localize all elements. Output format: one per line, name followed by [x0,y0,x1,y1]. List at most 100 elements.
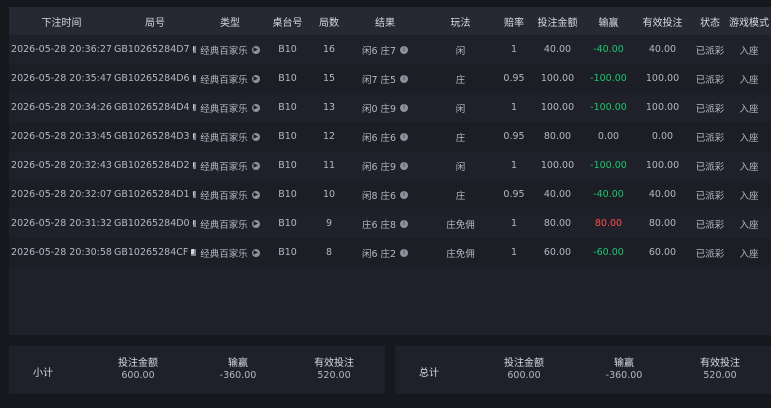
play-type: 庄 [455,190,466,202]
table-row[interactable]: 2026-05-28 20:30:58 GB10265284CF 经典百家乐 ▶ … [9,238,771,267]
header-valid-bet: 有效投注 [642,17,683,29]
round-no: 16 [322,44,336,55]
valid-bet: 100.00 [645,160,680,171]
subtotal-panel: 小计 投注金额 600.00 输赢 -360.00 有效投注 520.00 [9,346,385,394]
bet-time: 2026-05-28 20:31:32 [11,218,112,229]
round-id-cell: GB10265284CF [114,238,196,267]
valid-bet: 0.00 [651,131,674,142]
total-win-value: -360.00 [605,370,643,381]
game-type: 经典百家乐 [200,45,248,57]
bet-time: 2026-05-28 20:32:07 [11,189,112,200]
odds: 1 [510,247,518,258]
odds: 0.95 [503,131,525,142]
status: 已派彩 [695,45,725,57]
play-icon[interactable]: ▶ [251,103,260,112]
table-row[interactable]: 2026-05-28 20:31:32 GB10265284D0 经典百家乐 ▶ … [9,209,771,238]
total-valid-value: 520.00 [703,370,737,381]
result-cell: 闲6 庄7 i [347,35,423,64]
valid-bet: 40.00 [648,44,677,55]
table-row[interactable]: 2026-05-28 20:32:07 GB10265284D1 经典百家乐 ▶ … [9,180,771,209]
game-mode: 入座 [739,190,759,202]
bet-amount: 80.00 [543,131,572,142]
round-no: 8 [325,247,333,258]
status: 已派彩 [695,219,725,231]
info-icon[interactable]: i [400,45,409,54]
odds: 0.95 [503,189,525,200]
round-no: 10 [322,189,336,200]
play-icon[interactable]: ▶ [251,219,260,228]
round-id: GB10265284D7 [114,44,190,55]
table-row[interactable]: 2026-05-28 20:33:45 GB10265284D3 经典百家乐 ▶ … [9,122,771,151]
game-type-cell: 经典百家乐 ▶ [196,209,264,238]
valid-bet: 100.00 [645,102,680,113]
header-table-no: 桌台号 [272,17,303,29]
game-type: 经典百家乐 [200,103,248,115]
round-id-cell: GB10265284D4 [114,93,196,122]
bet-amount: 40.00 [543,189,572,200]
play-icon[interactable]: ▶ [251,45,260,54]
bet-time: 2026-05-28 20:35:47 [11,73,112,84]
odds: 1 [510,160,518,171]
round-no: 9 [325,218,333,229]
total-bet-summary: 投注金额 600.00 [485,358,563,382]
result: 闲6 庄7 [361,45,397,57]
bet-amount: 100.00 [540,102,575,113]
round-id: GB10265284CF [114,247,189,258]
info-icon[interactable]: i [400,161,409,170]
table-header: 下注时间 局号 类型 桌台号 局数 结果 玩法 赔率 投注金额 输赢 有效投注 … [9,7,771,35]
game-type-cell: 经典百家乐 ▶ [196,35,264,64]
round-no: 13 [322,102,336,113]
info-icon[interactable]: i [400,132,409,141]
total-valid-summary: 有效投注 520.00 [681,358,759,382]
bet-amount: 60.00 [543,247,572,258]
win-loss: 80.00 [594,218,623,229]
result-cell: 闲8 庄6 i [347,180,423,209]
play-type: 庄免佣 [446,248,475,260]
game-mode: 入座 [739,161,759,173]
header-status: 状态 [700,17,720,29]
round-no: 15 [322,73,336,84]
table-row[interactable]: 2026-05-28 20:35:47 GB10265284D6 经典百家乐 ▶ … [9,64,771,93]
win-loss: -40.00 [593,44,624,55]
subtotal-valid-value: 520.00 [317,370,351,381]
total-title: 总计 [419,368,439,379]
total-valid-label: 有效投注 [700,358,740,369]
status: 已派彩 [695,103,725,115]
subtotal-bet-label: 投注金额 [118,358,158,369]
play-icon[interactable]: ▶ [251,132,260,141]
info-icon[interactable]: i [400,248,409,257]
play-icon[interactable]: ▶ [251,161,260,170]
play-icon[interactable]: ▶ [251,74,260,83]
status: 已派彩 [695,190,725,202]
play-type: 庄 [455,132,466,144]
bet-history-table: 下注时间 局号 类型 桌台号 局数 结果 玩法 赔率 投注金额 输赢 有效投注 … [9,7,771,335]
round-no: 11 [322,160,336,171]
bet-amount: 40.00 [543,44,572,55]
info-icon[interactable]: i [400,74,409,83]
game-type-cell: 经典百家乐 ▶ [196,151,264,180]
info-icon[interactable]: i [400,190,409,199]
game-type-cell: 经典百家乐 ▶ [196,122,264,151]
subtotal-win-value: -360.00 [219,370,257,381]
subtotal-valid-summary: 有效投注 520.00 [295,358,373,382]
bet-amount: 100.00 [540,73,575,84]
game-type: 经典百家乐 [200,74,248,86]
play-icon[interactable]: ▶ [251,248,260,257]
status: 已派彩 [695,74,725,86]
table-row[interactable]: 2026-05-28 20:32:43 GB10265284D2 经典百家乐 ▶ … [9,151,771,180]
table-row[interactable]: 2026-05-28 20:36:27 GB10265284D7 经典百家乐 ▶ … [9,35,771,64]
result-cell: 闲0 庄9 i [347,93,423,122]
odds: 1 [510,218,518,229]
game-type-cell: 经典百家乐 ▶ [196,180,264,209]
total-win-summary: 输赢 -360.00 [585,358,663,382]
subtotal-win-summary: 输赢 -360.00 [199,358,277,382]
table-row[interactable]: 2026-05-28 20:34:26 GB10265284D4 经典百家乐 ▶ … [9,93,771,122]
game-type-cell: 经典百家乐 ▶ [196,93,264,122]
play-type: 闲 [455,161,466,173]
info-icon[interactable]: i [400,219,409,228]
play-icon[interactable]: ▶ [251,190,260,199]
result: 闲7 庄5 [361,74,397,86]
info-icon[interactable]: i [400,103,409,112]
round-id: GB10265284D4 [114,102,190,113]
header-type: 类型 [220,17,240,29]
